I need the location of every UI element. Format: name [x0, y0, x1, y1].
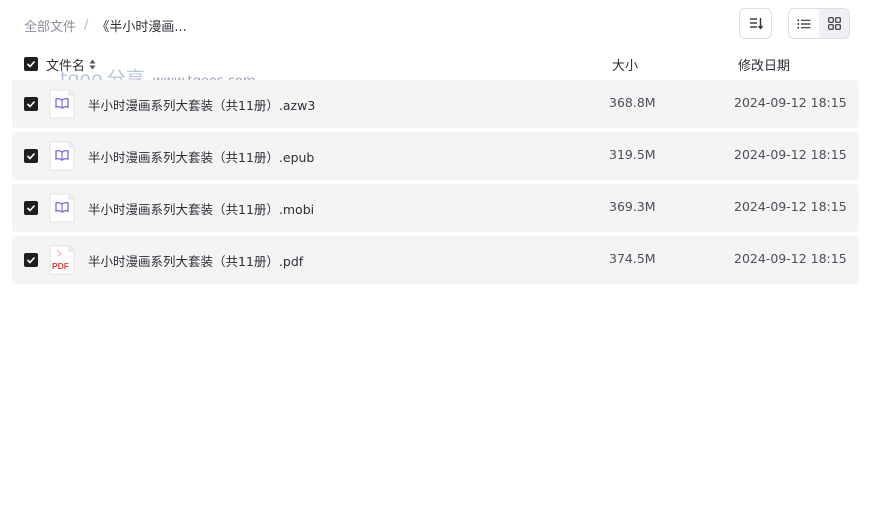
file-list: 半小时漫画系列大套装（共11册）.azw3 368.8M 2024-09-12 … — [12, 80, 859, 288]
file-name[interactable]: 半小时漫画系列大套装（共11册）.pdf — [88, 251, 303, 270]
file-size: 319.5M — [609, 147, 656, 162]
check-icon — [26, 100, 36, 108]
file-size: 369.3M — [609, 199, 656, 214]
check-icon — [26, 152, 36, 160]
list-view-icon — [797, 19, 811, 28]
column-header-size[interactable]: 大小 — [612, 55, 638, 74]
breadcrumb: 全部文件 / 《半小时漫画... — [24, 15, 187, 35]
grid-view-button[interactable] — [819, 9, 849, 38]
file-name[interactable]: 半小时漫画系列大套装（共11册）.epub — [88, 147, 314, 166]
grid-view-icon — [827, 17, 841, 30]
file-row[interactable]: 半小时漫画系列大套装（共11册）.mobi 369.3M 2024-09-12 … — [12, 184, 859, 232]
ebook-icon — [49, 89, 75, 119]
pdf-label: PDF — [52, 261, 69, 271]
ebook-icon — [49, 193, 75, 223]
column-header-date[interactable]: 修改日期 — [738, 55, 790, 74]
sort-arrows-icon — [89, 59, 96, 70]
sort-button[interactable] — [739, 8, 772, 39]
file-row[interactable]: 半小时漫画系列大套装（共11册）.epub 319.5M 2024-09-12 … — [12, 132, 859, 180]
file-name[interactable]: 半小时漫画系列大套装（共11册）.mobi — [88, 199, 314, 218]
view-toggle — [788, 8, 850, 39]
select-all-checkbox[interactable] — [24, 57, 38, 71]
row-checkbox[interactable] — [24, 149, 38, 163]
file-date: 2024-09-12 18:15 — [734, 147, 847, 162]
check-icon — [26, 204, 36, 212]
breadcrumb-current: 《半小时漫画... — [96, 19, 187, 35]
check-icon — [26, 60, 36, 68]
file-list-header: 文件名 大小 修改日期 — [12, 52, 859, 76]
column-header-name[interactable]: 文件名 — [46, 55, 96, 74]
pdf-icon: PDF — [49, 245, 75, 275]
row-checkbox[interactable] — [24, 253, 38, 267]
file-row[interactable]: 半小时漫画系列大套装（共11册）.azw3 368.8M 2024-09-12 … — [12, 80, 859, 128]
file-date: 2024-09-12 18:15 — [734, 251, 847, 266]
sort-icon — [749, 18, 763, 30]
file-row[interactable]: PDF 半小时漫画系列大套装（共11册）.pdf 374.5M 2024-09-… — [12, 236, 859, 284]
list-view-button[interactable] — [789, 9, 819, 38]
row-checkbox[interactable] — [24, 97, 38, 111]
file-date: 2024-09-12 18:15 — [734, 95, 847, 110]
toolbar — [739, 8, 850, 39]
file-size: 368.8M — [609, 95, 656, 110]
row-checkbox[interactable] — [24, 201, 38, 215]
column-header-name-label: 文件名 — [46, 59, 86, 74]
ebook-icon — [49, 141, 75, 171]
check-icon — [26, 256, 36, 264]
file-size: 374.5M — [609, 251, 656, 266]
file-date: 2024-09-12 18:15 — [734, 199, 847, 214]
file-name[interactable]: 半小时漫画系列大套装（共11册）.azw3 — [88, 95, 315, 114]
breadcrumb-root-link[interactable]: 全部文件 — [24, 16, 76, 35]
breadcrumb-separator: / — [84, 17, 89, 33]
